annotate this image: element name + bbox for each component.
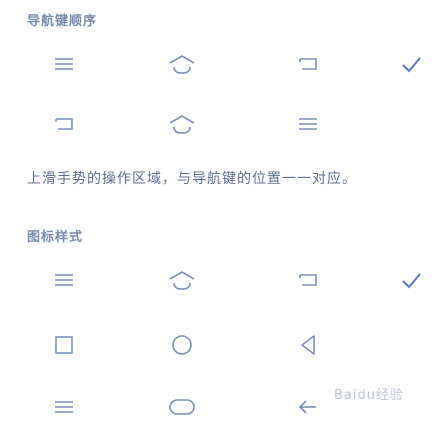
back-icon (288, 260, 328, 300)
back-icon (44, 104, 84, 144)
home-icon (162, 260, 202, 300)
home-icon (162, 44, 202, 84)
section-title-key-order: 导航键顺序 (27, 14, 98, 29)
square-icon (44, 325, 84, 365)
pill-icon (162, 387, 202, 427)
triangle-back-icon (288, 325, 328, 365)
order-option-menu-home-back[interactable] (0, 44, 448, 84)
navigation-settings-page: 导航键顺序 上滑手势的操作区域，与导航键的位置一一对应。 图标样式 Baidu经… (0, 0, 448, 429)
selected-check-icon (398, 268, 424, 294)
menu-icon (44, 260, 84, 300)
gesture-description: 上滑手势的操作区域，与导航键的位置一一对应。 (27, 171, 357, 187)
menu-icon (288, 104, 328, 144)
selected-check-icon (398, 52, 424, 78)
order-option-back-home-menu[interactable] (0, 104, 448, 144)
arrow-back-icon (288, 387, 328, 427)
watermark: Baidu经验 (330, 376, 440, 416)
menu-icon (44, 44, 84, 84)
style-option-classic[interactable] (0, 325, 448, 365)
back-icon (288, 44, 328, 84)
style-option-default[interactable] (0, 260, 448, 300)
lines-icon (44, 387, 84, 427)
home-icon (162, 104, 202, 144)
section-title-icon-style: 图标样式 (27, 230, 84, 245)
circle-icon (162, 325, 202, 365)
watermark-text: Baidu经验 (334, 388, 404, 403)
